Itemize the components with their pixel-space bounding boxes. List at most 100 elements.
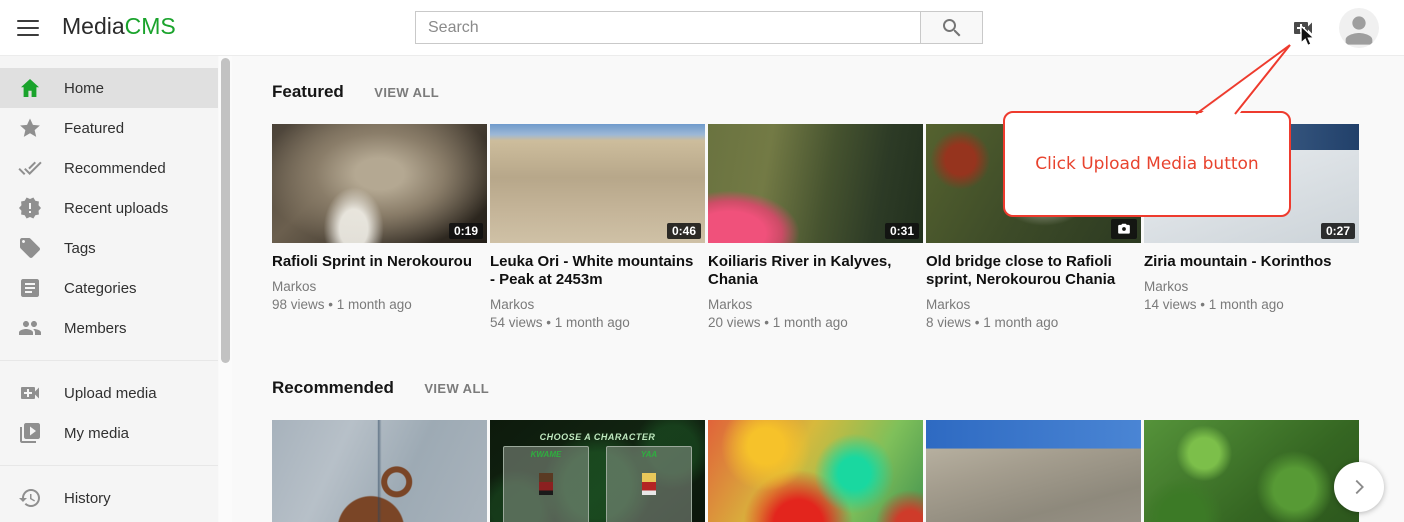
- person-icon: [1339, 8, 1379, 48]
- sidebar-item-label: Recommended: [64, 160, 166, 177]
- recommended-section: Recommended VIEW ALL CHOOSE A CHARACTER …: [272, 378, 1359, 522]
- members-icon: [18, 316, 42, 340]
- media-meta: 54 views • 1 month ago: [490, 315, 705, 330]
- history-icon: [18, 486, 42, 510]
- media-thumbnail[interactable]: [1144, 420, 1359, 522]
- home-icon: [18, 76, 42, 100]
- logo-cms-text: CMS: [125, 13, 176, 39]
- scroll-next-button[interactable]: [1334, 462, 1384, 512]
- media-thumbnail[interactable]: CHOOSE A CHARACTER KWAME Selected YAA Se…: [490, 420, 705, 522]
- media-title[interactable]: Koiliaris River in Kalyves, Chania: [708, 253, 923, 289]
- media-thumbnail[interactable]: 0:31: [708, 124, 923, 243]
- media-card: [708, 420, 923, 522]
- user-avatar[interactable]: [1339, 8, 1379, 48]
- media-card: 0:19 Rafioli Sprint in Nerokourou Markos…: [272, 124, 487, 330]
- top-bar: MediaCMS: [0, 0, 1404, 56]
- sidebar-item-label: Recent uploads: [64, 200, 168, 217]
- section-title-featured: Featured: [272, 82, 344, 102]
- sidebar-item-recommended[interactable]: Recommended: [0, 148, 218, 188]
- sidebar-divider: [0, 465, 218, 466]
- recommended-view-all-link[interactable]: VIEW ALL: [424, 379, 489, 399]
- sidebar-item-label: History: [64, 490, 111, 507]
- search-button[interactable]: [920, 11, 983, 44]
- media-card: [272, 420, 487, 522]
- sidebar-item-label: My media: [64, 425, 129, 442]
- sidebar: Home Featured Recommended Recent uploads…: [0, 56, 218, 522]
- media-author[interactable]: Markos: [1144, 279, 1359, 294]
- featured-view-all-link[interactable]: VIEW ALL: [374, 83, 439, 103]
- media-card: [1144, 420, 1359, 522]
- star-icon: [18, 116, 42, 140]
- media-meta: 98 views • 1 month ago: [272, 297, 487, 312]
- sidebar-item-featured[interactable]: Featured: [0, 108, 218, 148]
- media-meta: 14 views • 1 month ago: [1144, 297, 1359, 312]
- annotation-text: Click Upload Media button: [1035, 154, 1258, 174]
- duration-badge: 0:19: [449, 223, 483, 239]
- media-author[interactable]: Markos: [708, 297, 923, 312]
- scrollbar-thumb[interactable]: [221, 58, 230, 363]
- video-library-icon: [18, 421, 42, 445]
- media-author[interactable]: Markos: [490, 297, 705, 312]
- sidebar-item-tags[interactable]: Tags: [0, 228, 218, 268]
- media-thumbnail[interactable]: [708, 420, 923, 522]
- sidebar-divider: [0, 360, 218, 361]
- annotation-tooltip: Click Upload Media button: [1003, 111, 1291, 217]
- media-meta: 8 views • 1 month ago: [926, 315, 1141, 330]
- sidebar-item-label: Members: [64, 320, 127, 337]
- logo[interactable]: MediaCMS: [62, 13, 176, 40]
- sidebar-item-members[interactable]: Members: [0, 308, 218, 348]
- search-bar: [415, 11, 983, 44]
- media-card: 0:31 Koiliaris River in Kalyves, Chania …: [708, 124, 923, 330]
- upload-media-icon: [18, 381, 42, 405]
- media-title[interactable]: Leuka Ori - White mountains - Peak at 24…: [490, 253, 705, 289]
- thumbnail-text: YAA: [607, 450, 691, 459]
- character-sprite: [539, 473, 553, 495]
- media-card: 0:46 Leuka Ori - White mountains - Peak …: [490, 124, 705, 330]
- sidebar-item-label: Tags: [64, 240, 96, 257]
- sidebar-item-history[interactable]: History: [0, 478, 218, 518]
- media-author[interactable]: Markos: [926, 297, 1141, 312]
- menu-icon[interactable]: [16, 16, 40, 40]
- media-title[interactable]: Old bridge close to Rafioli sprint, Nero…: [926, 253, 1141, 289]
- media-thumbnail[interactable]: [926, 420, 1141, 522]
- thumbnail-panel: KWAME Selected: [503, 446, 589, 522]
- thumbnail-text: KWAME: [504, 450, 588, 459]
- media-thumbnail[interactable]: 0:19: [272, 124, 487, 243]
- new-releases-icon: [18, 196, 42, 220]
- search-icon: [940, 16, 964, 40]
- photo-badge: [1111, 219, 1137, 239]
- tag-icon: [18, 236, 42, 260]
- duration-badge: 0:27: [1321, 223, 1355, 239]
- upload-media-button[interactable]: [1291, 16, 1315, 40]
- sidebar-item-home[interactable]: Home: [0, 68, 218, 108]
- sidebar-item-upload-media[interactable]: Upload media: [0, 373, 218, 413]
- sidebar-item-recent-uploads[interactable]: Recent uploads: [0, 188, 218, 228]
- sidebar-item-my-media[interactable]: My media: [0, 413, 218, 453]
- thumbnail-panel: YAA Select: [606, 446, 692, 522]
- media-card: CHOOSE A CHARACTER KWAME Selected YAA Se…: [490, 420, 705, 522]
- sidebar-item-label: Upload media: [64, 385, 157, 402]
- section-title-recommended: Recommended: [272, 378, 394, 398]
- logo-media-text: Media: [62, 13, 125, 39]
- done-all-icon: [18, 156, 42, 180]
- character-sprite: [642, 473, 656, 495]
- sidebar-item-label: Home: [64, 80, 104, 97]
- media-thumbnail[interactable]: [272, 420, 487, 522]
- media-thumbnail[interactable]: 0:46: [490, 124, 705, 243]
- media-card: [926, 420, 1141, 522]
- camera-icon: [1117, 222, 1131, 236]
- media-author[interactable]: Markos: [272, 279, 487, 294]
- media-meta: 20 views • 1 month ago: [708, 315, 923, 330]
- duration-badge: 0:46: [667, 223, 701, 239]
- sidebar-scrollbar[interactable]: [219, 56, 232, 522]
- thumbnail-text: CHOOSE A CHARACTER: [490, 432, 705, 442]
- sidebar-item-label: Featured: [64, 120, 124, 137]
- upload-media-icon: [1291, 16, 1315, 40]
- categories-icon: [18, 276, 42, 300]
- duration-badge: 0:31: [885, 223, 919, 239]
- search-input[interactable]: [415, 11, 920, 44]
- media-title[interactable]: Rafioli Sprint in Nerokourou: [272, 253, 487, 271]
- sidebar-item-categories[interactable]: Categories: [0, 268, 218, 308]
- chevron-right-icon: [1348, 476, 1370, 498]
- media-title[interactable]: Ziria mountain - Korinthos: [1144, 253, 1359, 271]
